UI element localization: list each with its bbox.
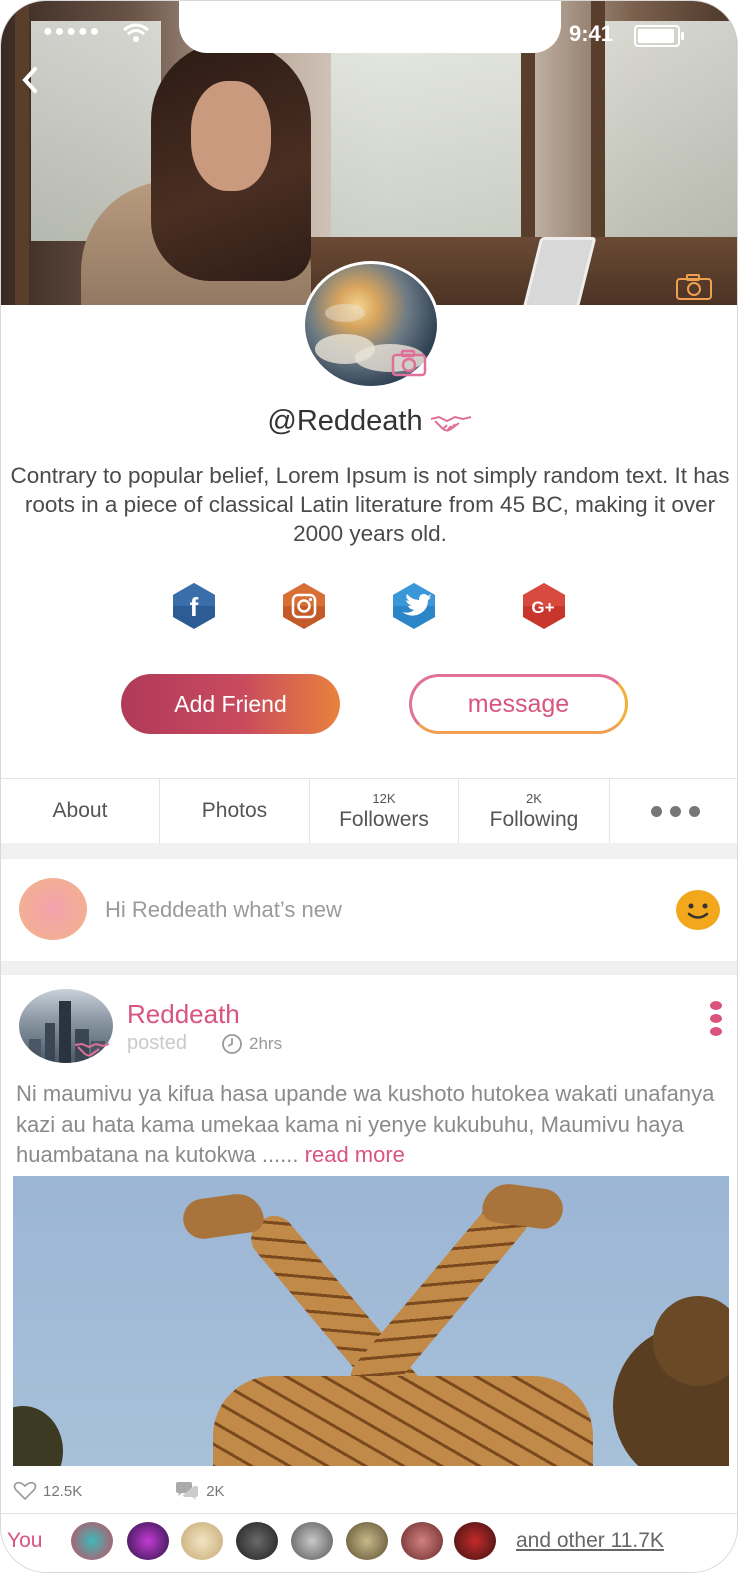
- post-image[interactable]: [13, 1176, 729, 1466]
- google-plus-icon[interactable]: G+: [519, 581, 569, 631]
- section-divider: [1, 961, 737, 975]
- tab-following-label: Following: [489, 807, 579, 831]
- tab-about-label: About: [52, 799, 108, 822]
- tab-photos-label: Photos: [201, 799, 268, 822]
- comments-count: 2K: [206, 1482, 225, 1500]
- liker-avatar[interactable]: [454, 1522, 496, 1560]
- compose-input[interactable]: Hi Reddeath what’s new: [105, 897, 342, 923]
- liker-avatar[interactable]: [291, 1522, 333, 1560]
- tab-about[interactable]: About: [1, 779, 160, 843]
- phone-frame: ●●●●● 9:41 @Reddeath Contrary to popular…: [0, 0, 738, 1573]
- cover-camera-icon[interactable]: [675, 273, 713, 301]
- post-action: posted: [127, 1032, 188, 1054]
- followers-count: 12K: [372, 790, 396, 806]
- post-options-button[interactable]: [710, 1001, 722, 1036]
- instagram-icon[interactable]: [279, 581, 329, 631]
- username-text: @Reddeath: [267, 405, 423, 437]
- post-author-name[interactable]: Reddeath: [127, 999, 240, 1030]
- post-text: Ni maumivu ya kifua hasa upande wa kusho…: [16, 1079, 726, 1171]
- twitter-icon[interactable]: [389, 581, 439, 631]
- post-time-text: 2hrs: [249, 1034, 283, 1053]
- profile-bio: Contrary to popular belief, Lorem Ipsum …: [10, 463, 730, 546]
- heart-icon[interactable]: [13, 1481, 37, 1501]
- liker-avatar[interactable]: [181, 1522, 223, 1560]
- avatar-camera-icon[interactable]: [391, 349, 427, 377]
- comments-icon[interactable]: [174, 1481, 200, 1501]
- wifi-icon: [123, 23, 149, 42]
- clock-icon: [222, 1034, 242, 1054]
- message-button[interactable]: message: [409, 674, 628, 734]
- more-tabs-button[interactable]: [610, 779, 737, 843]
- chevron-left-icon: [22, 67, 37, 93]
- svg-text:G+: G+: [531, 598, 554, 617]
- likers-you-label: You: [7, 1529, 43, 1552]
- read-more-link[interactable]: read more: [305, 1142, 405, 1167]
- liker-avatar[interactable]: [127, 1522, 169, 1560]
- facebook-icon[interactable]: f: [169, 581, 219, 631]
- svg-text:f: f: [190, 592, 199, 622]
- post-stats: 12.5K 2K: [13, 1481, 225, 1501]
- back-button[interactable]: [19, 65, 41, 101]
- liker-avatar[interactable]: [71, 1522, 113, 1560]
- tab-photos[interactable]: Photos: [160, 779, 310, 843]
- other-likers-link[interactable]: and other 11.7K: [516, 1529, 664, 1553]
- liker-avatar[interactable]: [236, 1522, 278, 1560]
- notch: [179, 1, 561, 53]
- tab-followers-label: Followers: [339, 807, 429, 831]
- status-time: 9:41: [569, 21, 614, 46]
- smiley-icon[interactable]: [675, 889, 721, 931]
- tab-following[interactable]: 2K Following: [459, 779, 610, 843]
- tab-followers[interactable]: 12K Followers: [310, 779, 459, 843]
- profile-tabs: About Photos 12K Followers 2K Following: [1, 778, 737, 844]
- profile-username: @Reddeath: [1, 405, 737, 438]
- add-friend-button[interactable]: Add Friend: [121, 674, 340, 734]
- liker-avatar[interactable]: [346, 1522, 388, 1560]
- following-count: 2K: [526, 790, 542, 806]
- handshake-icon: [430, 415, 471, 432]
- more-dots-icon: [651, 805, 700, 817]
- section-divider: [1, 843, 737, 859]
- likes-count: 12.5K: [43, 1482, 83, 1500]
- liker-avatar[interactable]: [401, 1522, 443, 1560]
- battery-icon: [634, 25, 684, 47]
- compose-avatar: [19, 878, 87, 940]
- handshake-badge-icon: [74, 1042, 110, 1057]
- signal-indicator: ●●●●●: [43, 23, 102, 40]
- post-time: 2hrs: [221, 1033, 282, 1055]
